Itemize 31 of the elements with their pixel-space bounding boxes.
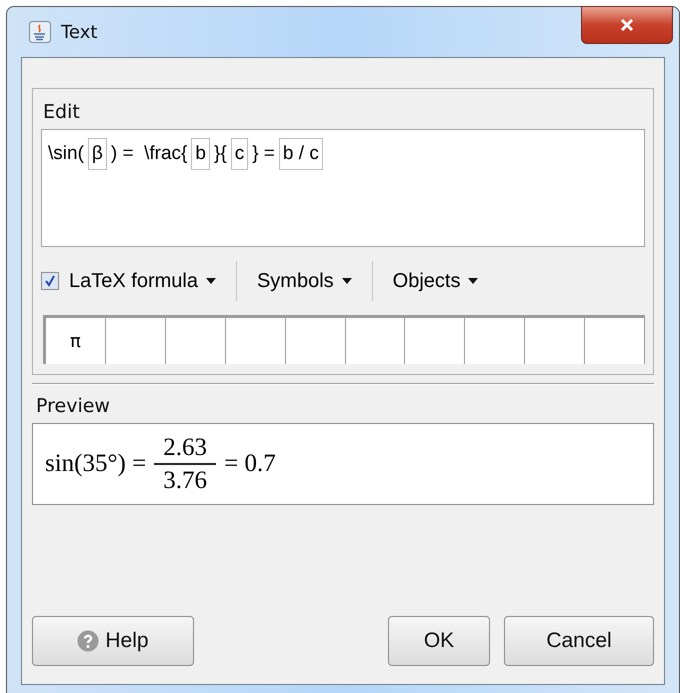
help-button[interactable]: Help bbox=[32, 616, 194, 666]
editor-text: \sin( bbox=[48, 143, 84, 165]
close-icon bbox=[619, 18, 635, 32]
preview-label: Preview bbox=[36, 395, 111, 417]
app-icon bbox=[29, 21, 51, 43]
help-icon bbox=[77, 630, 100, 652]
denominator-text: 3.76 bbox=[163, 466, 208, 494]
numerator-text: 2.63 bbox=[163, 434, 208, 462]
window-title: Text bbox=[61, 22, 98, 42]
menu-dropdown[interactable]: Objects bbox=[386, 266, 484, 296]
caret-icon bbox=[468, 278, 478, 284]
editor-text: } = bbox=[252, 143, 275, 165]
symbol-cell[interactable]: π bbox=[46, 318, 106, 364]
input-field[interactable]: c bbox=[230, 138, 248, 170]
latex-dropdown[interactable]: LaTeX formula bbox=[63, 266, 222, 296]
cancel-button[interactable]: Cancel bbox=[504, 616, 654, 666]
formula-text: = 0.7 bbox=[224, 450, 276, 478]
edit-label: Edit bbox=[43, 101, 81, 123]
caret-icon bbox=[342, 278, 352, 284]
input-field[interactable]: b bbox=[191, 138, 210, 170]
caret-icon bbox=[206, 278, 216, 284]
close-button[interactable] bbox=[581, 6, 673, 44]
editor-text: }{ bbox=[214, 143, 227, 165]
formula-text: sin(35°) = bbox=[45, 450, 146, 478]
text-editor[interactable]: \sin( β ) = \frac{ b }{ c } = b / c bbox=[41, 129, 645, 247]
editor-text: ) = \frac{ bbox=[110, 143, 188, 165]
menu-dropdown[interactable]: Symbols bbox=[250, 266, 358, 296]
input-field[interactable]: β bbox=[88, 138, 107, 170]
latex-checkbox[interactable] bbox=[41, 272, 59, 290]
input-field[interactable]: b / c bbox=[278, 138, 323, 170]
ok-button[interactable]: OK bbox=[388, 616, 490, 666]
